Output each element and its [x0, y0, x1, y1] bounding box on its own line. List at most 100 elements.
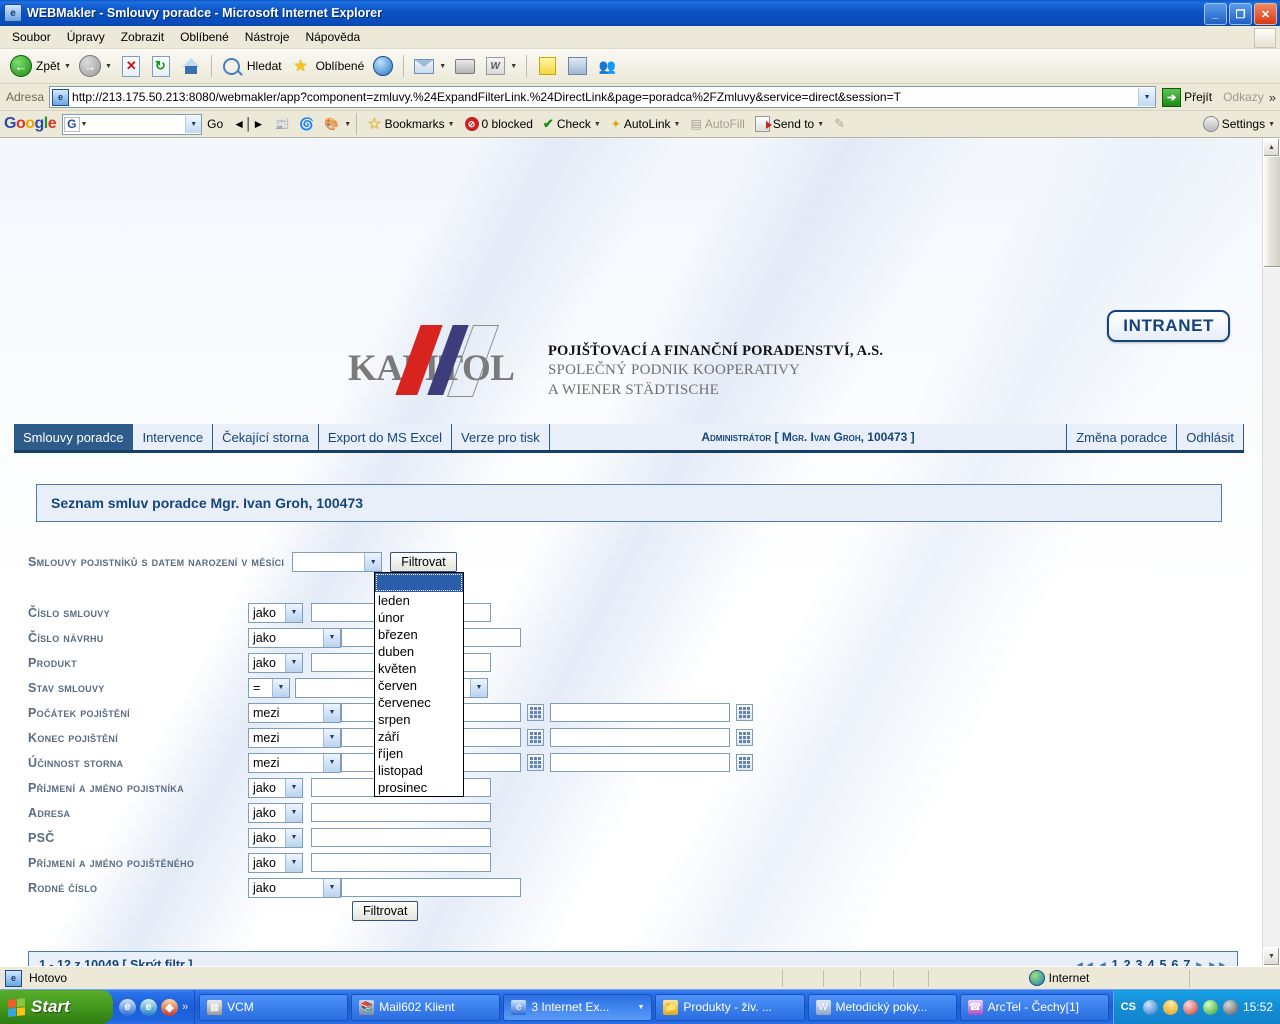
- calendar-icon[interactable]: [736, 704, 753, 721]
- menu-item-zobrazit[interactable]: Zobrazit: [113, 28, 172, 46]
- tray-volume-icon[interactable]: [1222, 999, 1238, 1015]
- filter-operator-select[interactable]: jako ▼: [248, 777, 303, 798]
- pager-next-button[interactable]: ►: [1194, 960, 1204, 967]
- refresh-quicklaunch-icon[interactable]: e: [140, 998, 157, 1016]
- filter-operator-select[interactable]: = ▼: [248, 677, 290, 698]
- toolbar-overflow-icon[interactable]: »: [1269, 90, 1280, 105]
- go-button[interactable]: ➔ Přejít: [1156, 87, 1218, 107]
- month-option-cerven[interactable]: červen: [375, 677, 463, 694]
- month-option-zari[interactable]: září: [375, 728, 463, 745]
- tray-show-hide-icon[interactable]: [1142, 999, 1158, 1015]
- google-page-rank-icon[interactable]: ◄│►: [228, 117, 269, 131]
- month-option-cervenec[interactable]: červenec: [375, 694, 463, 711]
- filter-value-input[interactable]: [311, 803, 491, 822]
- google-autolink-button[interactable]: ✦ AutoLink ▼: [606, 117, 686, 131]
- month-option-unor[interactable]: únor: [375, 609, 463, 626]
- month-dropdown-list[interactable]: leden únor březen duben květen červen če…: [374, 572, 464, 797]
- month-option-kveten[interactable]: květen: [375, 660, 463, 677]
- taskbar-item-vcm[interactable]: ▦ VCM: [199, 993, 349, 1021]
- google-popup-blocker[interactable]: ⊘ 0 blocked: [460, 117, 538, 131]
- month-select[interactable]: ▼: [292, 552, 383, 572]
- calendar-icon[interactable]: [527, 704, 544, 721]
- taskbar-item-arctel[interactable]: ☎ ArcTel - Čechy[1]: [959, 993, 1109, 1021]
- maximize-button[interactable]: ❐: [1229, 3, 1252, 25]
- page-vertical-scrollbar[interactable]: ▲ ▼: [1262, 138, 1280, 966]
- google-sendto-button[interactable]: Send to ▼: [750, 116, 829, 132]
- pager-last-button[interactable]: ►►: [1207, 960, 1227, 967]
- pager-page-1[interactable]: 1: [1111, 958, 1120, 966]
- filter-value-input[interactable]: [341, 878, 521, 897]
- month-option-srpen[interactable]: srpen: [375, 711, 463, 728]
- menu-item-napoveda[interactable]: Nápověda: [297, 28, 368, 46]
- calendar-icon[interactable]: [527, 729, 544, 746]
- home-button[interactable]: [176, 53, 206, 79]
- menu-item-oblibene[interactable]: Oblíbené: [172, 28, 237, 46]
- google-settings-button[interactable]: Settings ▼: [1198, 116, 1280, 132]
- messenger-button[interactable]: 👥: [592, 53, 622, 79]
- app-quicklaunch-icon[interactable]: ◆: [161, 998, 178, 1016]
- filter-submit-button[interactable]: Filtrovat: [352, 901, 419, 921]
- calendar-icon[interactable]: [527, 754, 544, 771]
- refresh-button[interactable]: ↻: [146, 53, 176, 79]
- google-options-icon[interactable]: 🎨: [319, 117, 344, 131]
- ie-quicklaunch-icon[interactable]: e: [119, 998, 136, 1016]
- taskbar-item-mail602[interactable]: 📚 Mail602 Klient: [351, 993, 501, 1021]
- forward-button[interactable]: → ▼: [75, 53, 116, 79]
- calendar-icon[interactable]: [736, 754, 753, 771]
- pager-prev-button[interactable]: ◄: [1098, 960, 1108, 967]
- month-option-empty[interactable]: [375, 573, 463, 592]
- pager-page-5[interactable]: 5: [1158, 958, 1167, 966]
- address-input[interactable]: e http://213.175.50.213:8080/webmakler/a…: [49, 86, 1157, 108]
- calendar-icon[interactable]: [736, 729, 753, 746]
- logout-link[interactable]: Odhlásit: [1177, 424, 1244, 450]
- favorites-button[interactable]: ★ Oblíbené: [286, 53, 369, 79]
- filter-value-input[interactable]: [311, 828, 491, 847]
- google-spiral-icon[interactable]: 🌀: [294, 117, 319, 131]
- notes-button[interactable]: [532, 53, 562, 79]
- stop-button[interactable]: ✕: [116, 53, 146, 79]
- pager-page-7[interactable]: 7: [1182, 958, 1191, 966]
- language-indicator[interactable]: CS: [1121, 1001, 1138, 1013]
- filter-operator-select[interactable]: jako ▼: [248, 877, 341, 898]
- google-news-icon[interactable]: 📰: [269, 117, 294, 131]
- pager-page-3[interactable]: 3: [1135, 958, 1144, 966]
- tray-shield-icon[interactable]: [1159, 996, 1182, 1018]
- intranet-button[interactable]: INTRANET: [1107, 310, 1230, 342]
- research-button[interactable]: [562, 53, 592, 79]
- tab-export-ms-excel[interactable]: Export do MS Excel: [318, 424, 453, 450]
- google-highlight-button[interactable]: ✎: [829, 116, 850, 132]
- filter-date-to-input[interactable]: [550, 728, 730, 747]
- filter-operator-select[interactable]: jako ▼: [248, 602, 303, 623]
- taskbar-clock[interactable]: 15:52: [1243, 1000, 1273, 1014]
- month-option-rijen[interactable]: říjen: [375, 745, 463, 762]
- google-search-input[interactable]: G ▼ ▼: [62, 113, 203, 135]
- search-button[interactable]: Hledat: [217, 53, 286, 79]
- chevron-down-icon[interactable]: ▼: [344, 121, 351, 128]
- month-option-listopad[interactable]: listopad: [375, 762, 463, 779]
- close-button[interactable]: ✕: [1254, 3, 1277, 25]
- menu-item-upravy[interactable]: Úpravy: [59, 28, 113, 46]
- pager-page-4[interactable]: 4: [1146, 958, 1155, 966]
- month-filter-button[interactable]: Filtrovat: [390, 552, 457, 572]
- filter-operator-select[interactable]: jako ▼: [248, 827, 303, 848]
- filter-operator-select[interactable]: mezi ▼: [248, 727, 341, 748]
- google-history-dropdown-icon[interactable]: ▼: [185, 115, 202, 133]
- links-label[interactable]: Odkazy: [1218, 90, 1269, 104]
- taskbar-item-internet-explorer[interactable]: e 3 Internet Ex... ▼: [503, 993, 653, 1021]
- minimize-button[interactable]: _: [1204, 3, 1227, 25]
- taskbar-item-produkty[interactable]: 📁 Produkty - živ. ...: [655, 993, 805, 1021]
- tab-smlouvy-poradce[interactable]: Smlouvy poradce: [14, 424, 134, 450]
- tab-intervence[interactable]: Intervence: [133, 424, 214, 450]
- tray-antivirus-icon[interactable]: [1202, 999, 1218, 1015]
- media-button[interactable]: [368, 53, 398, 79]
- edit-word-button[interactable]: W ▼: [480, 53, 521, 79]
- scrollbar-thumb[interactable]: [1263, 156, 1280, 268]
- back-button[interactable]: ← Zpět ▼: [6, 53, 75, 79]
- change-advisor-link[interactable]: Změna poradce: [1067, 424, 1178, 450]
- google-spellcheck-button[interactable]: ✔ Check ▼: [538, 116, 606, 132]
- filter-operator-select[interactable]: jako ▼: [248, 802, 303, 823]
- google-go-button[interactable]: Go: [202, 117, 228, 131]
- filter-operator-select[interactable]: mezi ▼: [248, 702, 341, 723]
- month-option-duben[interactable]: duben: [375, 643, 463, 660]
- google-bookmarks-button[interactable]: ☆ Bookmarks ▼: [362, 116, 459, 132]
